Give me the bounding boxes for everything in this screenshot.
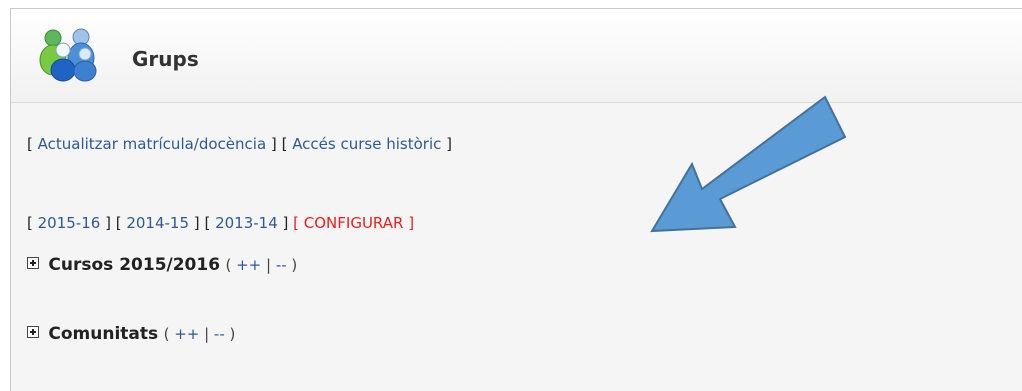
section-controls: ( ++ | -- ) <box>163 325 236 343</box>
year-link-2014-15[interactable]: 2014-15 <box>126 214 189 232</box>
expand-all-link[interactable]: ++ <box>236 256 261 274</box>
configure-link[interactable]: CONFIGURAR <box>304 214 404 232</box>
bracket-open: [ <box>281 135 293 153</box>
expand-plus-icon[interactable] <box>27 326 39 338</box>
section-controls: ( ++ | -- ) <box>225 256 298 274</box>
actions-row: [ Actualitzar matrícula/docència ] [ Acc… <box>27 135 452 153</box>
update-enrollment-link[interactable]: Actualitzar matrícula/docència <box>38 135 267 153</box>
collapse-all-link[interactable]: -- <box>276 256 287 274</box>
section-communities: Comunitats ( ++ | -- ) <box>27 324 235 344</box>
bracket-open: [ <box>27 214 38 232</box>
expand-all-link[interactable]: ++ <box>174 325 199 343</box>
bracket-open: [ <box>293 214 304 232</box>
section-courses: Cursos 2015/2016 ( ++ | -- ) <box>27 255 297 275</box>
section-title: Comunitats <box>48 324 159 344</box>
bracket-open: [ <box>115 214 127 232</box>
historic-course-link[interactable]: Accés curse històric <box>292 135 441 153</box>
bracket-close: ] <box>446 135 452 153</box>
annotation-arrow-icon <box>650 95 847 233</box>
year-link-2013-14[interactable]: 2013-14 <box>215 214 278 232</box>
collapse-all-link[interactable]: -- <box>214 325 225 343</box>
bracket-open: [ <box>27 135 38 153</box>
section-title: Cursos 2015/2016 <box>48 255 221 275</box>
bracket-close: ] <box>277 214 289 232</box>
group-users-icon <box>39 28 97 82</box>
bracket-close: ] <box>403 214 415 232</box>
expand-plus-icon[interactable] <box>27 257 39 269</box>
groups-panel: Grups [ Actualitzar matrícula/docència ]… <box>10 8 1022 391</box>
bracket-close: ] <box>189 214 200 232</box>
bracket-open: [ <box>204 214 216 232</box>
year-link-2015-16[interactable]: 2015-16 <box>38 214 101 232</box>
years-row: [ 2015-16 ] [ 2014-15 ] [ 2013-14 ] [ CO… <box>27 214 414 232</box>
bracket-close: ] <box>270 135 277 153</box>
page-title: Grups <box>132 47 199 71</box>
panel-header: Grups <box>11 9 1022 103</box>
bracket-close: ] <box>100 214 111 232</box>
